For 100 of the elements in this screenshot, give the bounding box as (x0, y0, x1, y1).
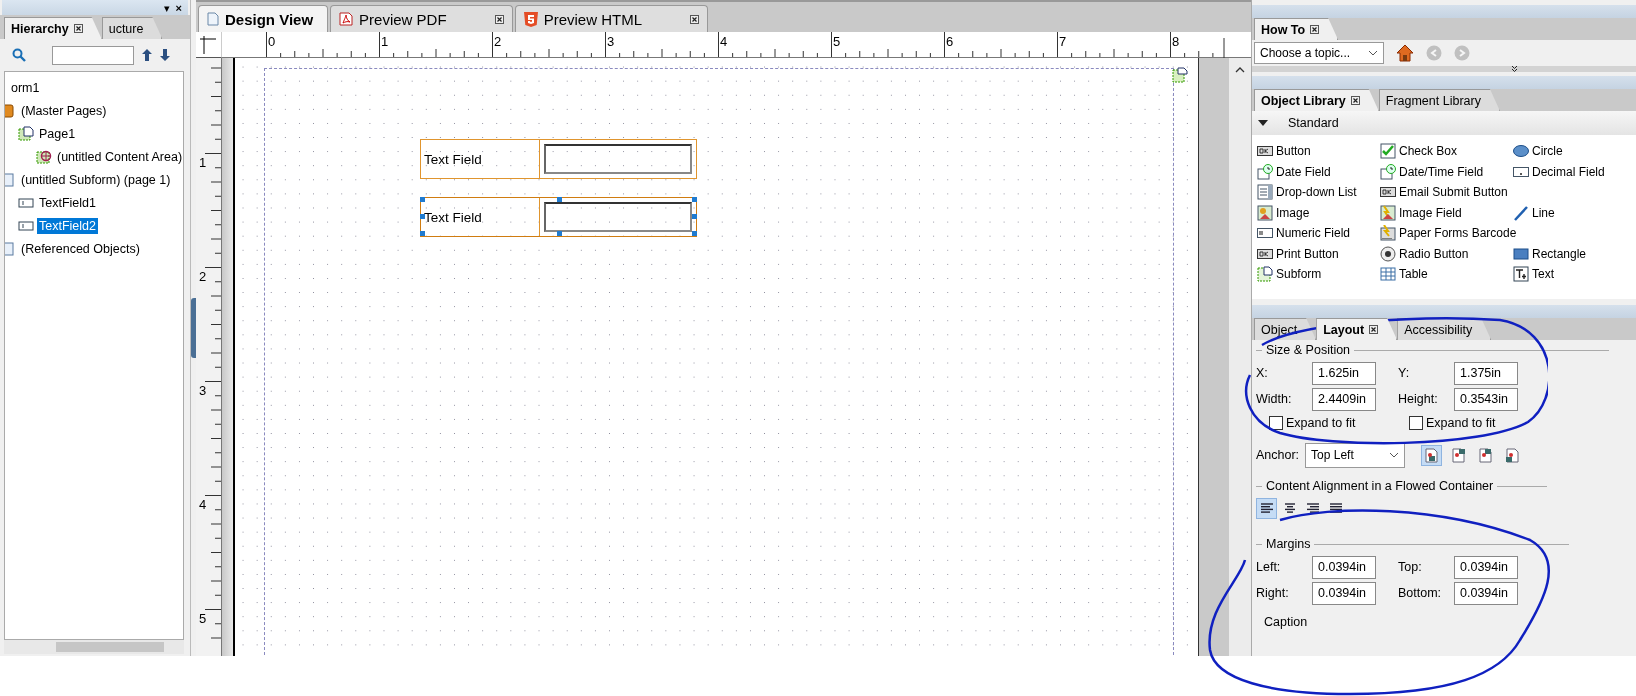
close-icon[interactable] (1369, 325, 1379, 334)
input-field[interactable]: 0.3543in (1454, 387, 1518, 411)
selection-handle[interactable] (420, 197, 425, 202)
section-title: Margins (1266, 537, 1311, 551)
text-field-object[interactable]: Text Field (420, 197, 697, 237)
topic-dropdown[interactable]: Choose a topic... (1254, 42, 1384, 64)
selection-handle[interactable] (557, 197, 562, 202)
target-icon (36, 148, 52, 165)
align-button[interactable] (1256, 497, 1277, 519)
library-item[interactable]: Image (1257, 202, 1380, 223)
library-item[interactable]: Line (1513, 202, 1636, 223)
align-center-icon (1282, 502, 1297, 514)
tab[interactable]: Preview HTML (514, 5, 708, 32)
tab[interactable]: Object (1254, 318, 1317, 340)
ruler-number: 2 (199, 270, 207, 284)
ruler-number: 5 (199, 612, 207, 626)
design-page[interactable]: Text Field Text Field (235, 58, 1199, 656)
subform-icon (1257, 266, 1273, 283)
close-icon[interactable] (690, 14, 699, 24)
library-item[interactable]: Table (1380, 264, 1513, 285)
list-icon (1257, 184, 1273, 201)
tab[interactable]: Object Library (1254, 89, 1379, 111)
library-item[interactable]: Numeric Field (1257, 223, 1380, 244)
tab[interactable]: How To (1254, 18, 1339, 40)
tab[interactable]: Layout (1316, 318, 1398, 340)
arrow-down-icon[interactable] (160, 49, 170, 61)
field-label: Anchor: (1256, 448, 1300, 462)
input-field[interactable]: 1.625in (1312, 361, 1376, 385)
library-item[interactable]: Date Field (1257, 161, 1380, 182)
library-item[interactable]: Subform (1257, 264, 1380, 285)
tree-item[interactable]: Page1 (37, 125, 78, 142)
selection-handle[interactable] (420, 231, 425, 236)
close-icon[interactable] (1350, 96, 1360, 105)
tree-item[interactable]: (untitled Content Area) (55, 148, 183, 165)
section-title: Caption (1264, 615, 1308, 629)
library-item[interactable]: Text (1513, 264, 1636, 285)
library-item[interactable]: Check Box (1380, 141, 1513, 162)
panel-control[interactable]: ▾ (164, 1, 170, 14)
search-field[interactable] (52, 45, 134, 65)
close-icon[interactable] (73, 24, 83, 33)
checkbox-label: Expand to fit (1286, 416, 1356, 430)
tree-item[interactable]: TextField2 (37, 217, 98, 234)
close-icon[interactable] (1310, 25, 1320, 34)
library-item[interactable]: Image Field (1380, 202, 1513, 223)
tree-item[interactable]: (Master Pages) (19, 102, 109, 119)
input-field[interactable]: 1.375in (1454, 361, 1518, 385)
library-item[interactable]: Drop-down List (1257, 182, 1380, 203)
input-field[interactable]: 0.0394in (1312, 555, 1376, 579)
group-header[interactable]: Standard (1252, 111, 1636, 135)
tab[interactable]: Fragment Library (1378, 89, 1500, 111)
library-item[interactable]: Decimal Field (1513, 161, 1636, 182)
page-icon (18, 125, 34, 142)
arrow-up-icon[interactable] (142, 49, 152, 61)
tab[interactable]: Preview PDF (330, 5, 513, 32)
library-item[interactable]: Print Button (1257, 243, 1380, 264)
input-field[interactable]: 0.0394in (1312, 581, 1376, 605)
ruler-number: 1 (199, 156, 207, 170)
field-label: Y: (1398, 366, 1411, 380)
selection-handle[interactable] (557, 231, 562, 236)
selection-handle[interactable] (692, 197, 697, 202)
library-item[interactable]: Email Submit Button (1380, 182, 1513, 203)
tree-item[interactable]: TextField1 (37, 194, 98, 211)
selection-handle[interactable] (420, 214, 425, 219)
library-item[interactable]: Button (1257, 141, 1380, 162)
search-icon[interactable] (12, 48, 26, 62)
chevron-down-icon (1368, 50, 1378, 56)
selection-handle[interactable] (692, 231, 697, 236)
rectangle-icon (1513, 245, 1529, 262)
input-field[interactable]: 0.0394in (1454, 555, 1518, 579)
scrollbar-thumb[interactable] (56, 642, 164, 652)
input-field[interactable]: 0.0394in (1454, 581, 1518, 605)
library-item[interactable]: Radio Button (1380, 243, 1513, 264)
library-item[interactable]: Rectangle (1513, 243, 1636, 264)
close-icon[interactable] (494, 14, 504, 24)
panel-control[interactable]: × (175, 1, 182, 14)
tree-item[interactable]: orm1 (9, 79, 42, 96)
splitter-handle[interactable] (191, 298, 196, 358)
tab[interactable]: Design View (198, 5, 329, 32)
checkbox[interactable] (1409, 416, 1423, 430)
selection-handle[interactable] (692, 214, 697, 219)
text-icon (1513, 266, 1529, 283)
home-icon[interactable] (1396, 44, 1414, 62)
caret-icon (1258, 119, 1268, 127)
anchor-dropdown[interactable]: Top Left (1305, 442, 1406, 468)
expand-icon[interactable] (1511, 66, 1518, 72)
ruler-number: 6 (946, 35, 954, 49)
ruler-number: 4 (720, 35, 728, 49)
document-icon (5, 171, 16, 188)
field-label: Width: (1256, 392, 1293, 406)
library-item[interactable]: Date/Time Field (1380, 161, 1513, 182)
anchor-button[interactable] (1421, 444, 1443, 466)
scroll-up-icon[interactable] (1235, 66, 1245, 73)
text-field-object[interactable]: Text Field (420, 139, 697, 179)
tree-item[interactable]: (Referenced Objects) (19, 240, 142, 257)
tab[interactable]: Hierarchy (4, 17, 102, 39)
library-item[interactable]: Circle (1513, 141, 1636, 162)
tab[interactable]: ucture (101, 17, 163, 39)
input-field[interactable]: 2.4409in (1312, 387, 1376, 411)
tree-item[interactable]: (untitled Subform) (page 1) (19, 171, 173, 188)
checkbox[interactable] (1269, 416, 1283, 430)
